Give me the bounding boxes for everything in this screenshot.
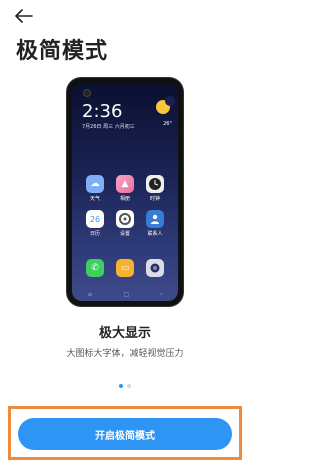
clock-date: 7月26日 周三 六月初三 xyxy=(82,124,135,130)
clock-icon xyxy=(146,175,164,193)
app-gallery[interactable]: ▲ 相册 xyxy=(110,175,140,202)
app-calendar[interactable]: 26 日历 xyxy=(80,210,110,237)
app-grid: ☁ 天气 ▲ 相册 时钟 26 日历 设置 联系人 xyxy=(80,175,170,237)
moon-shadow xyxy=(165,96,175,106)
back-arrow-icon xyxy=(15,9,33,23)
back-button[interactable] xyxy=(12,6,36,26)
weather-icon: ☁ xyxy=(86,175,104,193)
app-messages[interactable]: ▭ xyxy=(110,259,140,277)
page-dot-active xyxy=(119,384,123,388)
phone-navbar: ≡ □ ‹ xyxy=(72,291,178,298)
phone-preview: 2:36 7月26日 周三 六月初三 26° ☁ 天气 ▲ 相册 时钟 26 日… xyxy=(67,78,183,306)
app-label: 联系人 xyxy=(147,231,163,237)
settings-icon xyxy=(116,210,134,228)
page-title: 极简模式 xyxy=(16,39,109,64)
feature-title: 极大显示 xyxy=(98,326,151,341)
app-settings[interactable]: 设置 xyxy=(110,210,140,237)
app-label: 天气 xyxy=(89,196,100,202)
dock: ✆ ▭ xyxy=(80,259,170,277)
phone-screen: 2:36 7月26日 周三 六月初三 26° ☁ 天气 ▲ 相册 时钟 26 日… xyxy=(72,83,178,301)
app-clock[interactable]: 时钟 xyxy=(140,175,170,202)
phone-icon: ✆ xyxy=(86,259,104,277)
camera-icon xyxy=(146,259,164,277)
app-phone[interactable]: ✆ xyxy=(80,259,110,277)
camera-icon xyxy=(83,89,91,97)
app-label: 相册 xyxy=(119,196,130,202)
clock-time: 2:36 xyxy=(82,101,123,122)
page-indicator xyxy=(0,384,250,388)
app-contacts[interactable]: 联系人 xyxy=(140,210,170,237)
app-label: 日历 xyxy=(89,231,100,237)
feature-description: 大图标大字体，减轻视觉压力 xyxy=(66,349,184,359)
gallery-icon: ▲ xyxy=(116,175,134,193)
app-camera[interactable] xyxy=(140,259,170,277)
app-label: 时钟 xyxy=(149,196,160,202)
home-icon: □ xyxy=(123,291,130,298)
messages-icon: ▭ xyxy=(116,259,134,277)
calendar-icon: 26 xyxy=(86,210,104,228)
page-dot xyxy=(127,384,131,388)
back-icon: ‹ xyxy=(160,291,163,298)
temperature: 26° xyxy=(163,121,172,127)
enable-simple-mode-button[interactable]: 开启极简模式 xyxy=(18,418,232,450)
contacts-icon xyxy=(146,210,164,228)
app-weather[interactable]: ☁ 天气 xyxy=(80,175,110,202)
app-label: 设置 xyxy=(119,231,130,237)
menu-icon: ≡ xyxy=(87,291,93,298)
